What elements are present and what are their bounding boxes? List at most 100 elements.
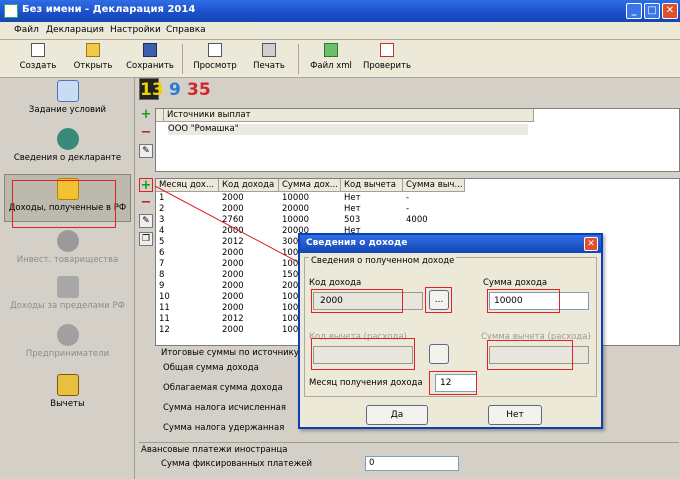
table-cell: 2000 (222, 226, 244, 236)
table-cell: 11 (159, 303, 170, 313)
table-cell: Нет (344, 193, 361, 203)
check-icon (380, 43, 394, 57)
table-cell: 20000 (282, 204, 310, 214)
totals-group-title: Итоговые суммы по источнику (161, 348, 299, 358)
dialog-ok-button[interactable]: Да (366, 405, 428, 425)
nav-conditions[interactable]: Задание условий (4, 80, 131, 124)
table-cell: - (406, 204, 410, 214)
income-sum-label: Сумма дохода (483, 278, 548, 288)
table-cell: 2760 (222, 215, 244, 225)
table-cell: 8 (159, 270, 165, 280)
table-cell: 2000 (222, 248, 244, 258)
income-code-label: Код дохода (309, 278, 362, 288)
table-row[interactable]: 3 2760 10000 503 4000 (156, 215, 676, 226)
close-button[interactable]: ✕ (662, 3, 678, 19)
toolbar: Создать Открыть Сохранить Просмотр Печат… (0, 40, 680, 78)
rate-tab-9[interactable]: 9 (169, 80, 181, 100)
printer-icon (262, 43, 276, 57)
add-income-icon[interactable]: + (139, 178, 153, 192)
table-cell: 9 (159, 281, 165, 291)
table-cell: 12 (159, 325, 170, 335)
window-title: Без имени - Декларация 2014 (22, 4, 196, 15)
tax-withheld-label: Сумма налога удержанная (163, 423, 285, 433)
nav-invest-partnership[interactable]: Инвест. товарищества (4, 230, 131, 274)
save-button[interactable]: Сохранить (124, 42, 176, 76)
rate-tab-13[interactable]: 13 (139, 78, 164, 100)
table-cell: 2000 (222, 193, 244, 203)
dialog-title: Сведения о доходе (306, 238, 408, 248)
table-cell: 10 (159, 292, 170, 302)
table-cell: 2000 (222, 270, 244, 280)
col-income-sum[interactable]: Сумма дох... (279, 179, 341, 192)
fixed-payments-input[interactable]: 0 (365, 456, 459, 471)
menu-file[interactable]: Файл (14, 25, 39, 35)
toolbar-separator (298, 44, 299, 74)
table-row[interactable]: 1 2000 10000 Нет - (156, 193, 676, 204)
edit-income-icon[interactable]: ✎ (139, 214, 153, 228)
left-nav-panel: Задание условий Сведения о декларанте До… (0, 78, 135, 479)
table-cell: 2012 (222, 237, 244, 247)
nav-deductions[interactable]: Вычеты (4, 374, 131, 418)
new-document-icon (31, 43, 45, 57)
table-cell: 5 (159, 237, 165, 247)
deduction-code-picker-button[interactable] (429, 344, 449, 364)
copy-income-icon[interactable]: ❐ (139, 232, 153, 246)
table-cell: 10000 (282, 193, 310, 203)
rate-tab-35[interactable]: 35 (187, 80, 211, 100)
table-cell: 2000 (222, 325, 244, 335)
minimize-button[interactable]: _ (626, 3, 642, 19)
maximize-button[interactable]: □ (644, 3, 660, 19)
menu-help[interactable]: Справка (166, 25, 206, 35)
table-cell: Нет (344, 204, 361, 214)
totals-group: Итоговые суммы по источнику Общая сумма … (155, 346, 315, 440)
table-cell: 4000 (406, 215, 428, 225)
table-row[interactable]: 2 2000 20000 Нет - (156, 204, 676, 215)
dialog-close-button[interactable]: ✕ (584, 237, 598, 251)
app-icon (4, 4, 18, 18)
nav-income-abroad[interactable]: Доходы за пределами РФ (4, 276, 131, 320)
xml-file-button[interactable]: Файл xml (306, 42, 356, 76)
partners-icon (56, 230, 79, 252)
remove-income-icon[interactable]: − (139, 196, 153, 210)
sources-header: Источники выплат (164, 109, 534, 122)
create-button[interactable]: Создать (16, 42, 60, 76)
col-deduction-sum[interactable]: Сумма выч... (403, 179, 465, 192)
dialog-group: Сведения о полученном доходе Код дохода … (304, 256, 597, 397)
col-income-code[interactable]: Код дохода (219, 179, 279, 192)
month-label: Месяц получения дохода (309, 378, 423, 388)
source-row[interactable]: ООО "Ромашка" (168, 124, 528, 135)
income-dialog: Сведения о доходе ✕ Сведения о полученно… (298, 233, 603, 429)
conditions-tree-icon (56, 80, 79, 102)
preview-button[interactable]: Просмотр (190, 42, 240, 76)
picker-highlight (425, 287, 452, 313)
xml-file-icon (324, 43, 338, 57)
entrepreneur-icon (56, 324, 79, 346)
nav-entrepreneurs[interactable]: Предприниматели (4, 324, 131, 368)
preview-icon (208, 43, 222, 57)
col-month[interactable]: Месяц дох... (156, 179, 219, 192)
dialog-titlebar: Сведения о доходе ✕ (300, 235, 601, 253)
open-button[interactable]: Открыть (70, 42, 116, 76)
col-deduction-code[interactable]: Код вычета (341, 179, 403, 192)
menu-declaration[interactable]: Декларация (46, 25, 104, 35)
print-button[interactable]: Печать (248, 42, 290, 76)
total-income-label: Общая сумма дохода (163, 363, 259, 373)
nav-declarant[interactable]: Сведения о декларанте (4, 128, 131, 172)
menu-settings[interactable]: Настройки (110, 25, 161, 35)
toolbar-separator (182, 44, 183, 74)
check-button[interactable]: Проверить (360, 42, 414, 76)
income-rf-highlight (12, 180, 116, 228)
table-cell: 2000 (222, 303, 244, 313)
table-cell: 6 (159, 248, 165, 258)
table-cell: 2000 (222, 259, 244, 269)
table-cell: 2000 (222, 292, 244, 302)
open-folder-icon (86, 43, 100, 57)
table-cell: - (406, 193, 410, 203)
dialog-group-title: Сведения о полученном доходе (309, 256, 457, 266)
dialog-cancel-button[interactable]: Нет (488, 405, 542, 425)
edit-source-icon[interactable]: ✎ (139, 144, 153, 158)
window-titlebar: Без имени - Декларация 2014 _ □ ✕ (0, 0, 680, 22)
remove-source-icon[interactable]: − (139, 126, 153, 140)
advance-group: Авансовые платежи иностранца Сумма фикси… (139, 442, 679, 479)
add-source-icon[interactable]: + (139, 108, 153, 122)
